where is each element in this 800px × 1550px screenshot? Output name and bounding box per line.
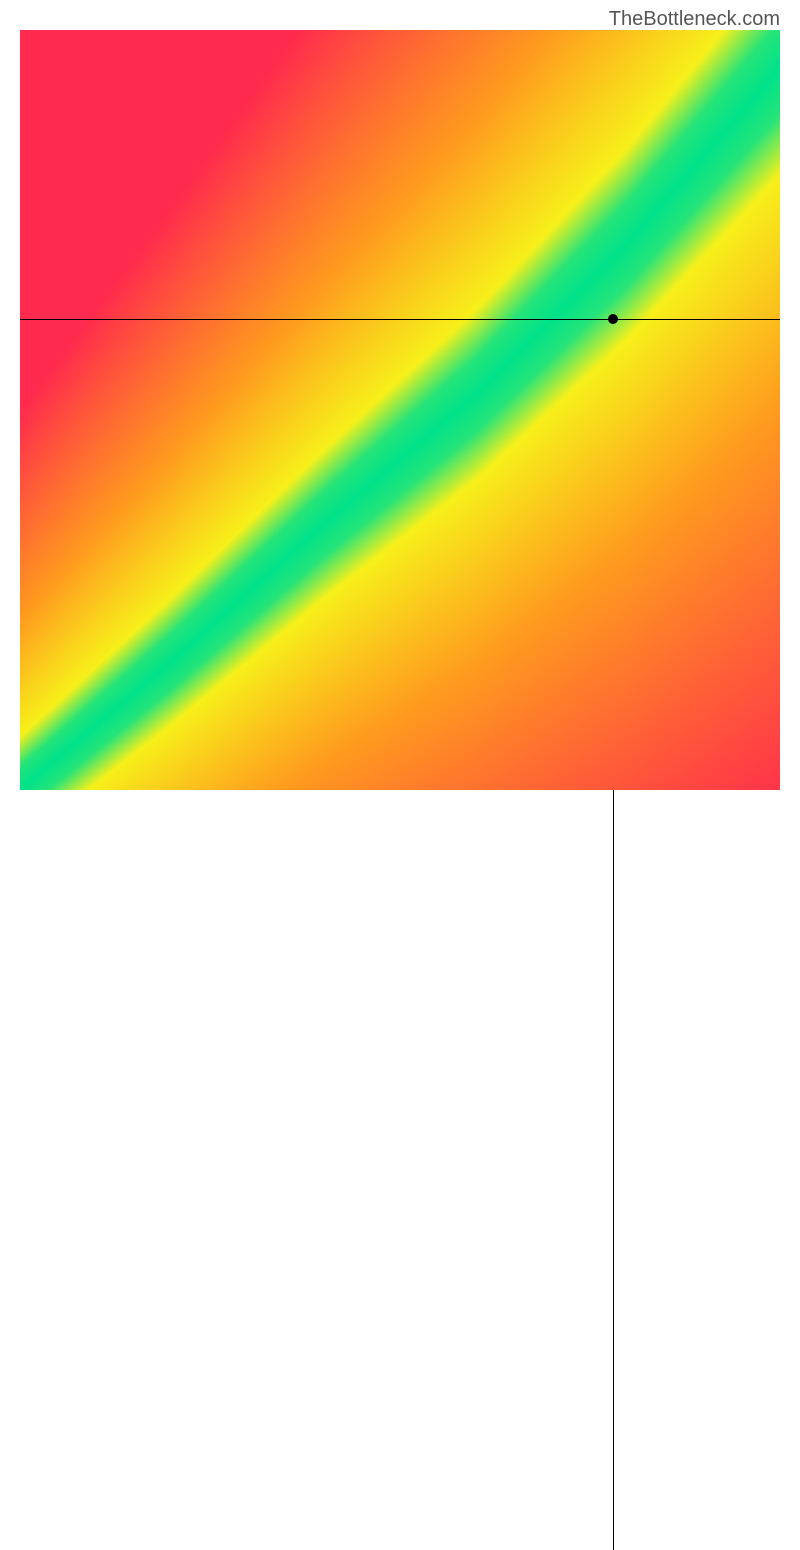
crosshair-horizontal <box>20 319 780 320</box>
marker-dot <box>608 314 618 324</box>
crosshair-vertical <box>613 790 614 1550</box>
watermark-text: TheBottleneck.com <box>609 8 780 31</box>
heatmap-plot <box>20 30 780 790</box>
chart-container: TheBottleneck.com <box>0 0 800 800</box>
heatmap-canvas <box>20 30 780 790</box>
